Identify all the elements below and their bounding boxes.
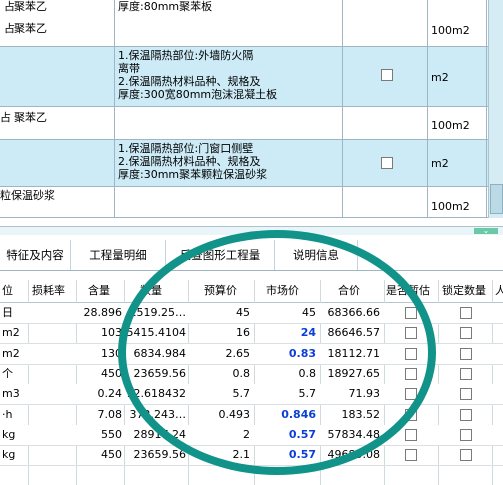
row-unit: 100m2: [431, 200, 470, 213]
row-name: 聚苯乙: [14, 22, 47, 35]
lock-qty-checkbox[interactable]: [460, 428, 472, 441]
row-name: 粒保温砂浆: [0, 189, 55, 202]
scrollbar-thumb[interactable]: [490, 184, 503, 214]
cell-content: 103: [101, 326, 122, 340]
col-divider: [114, 0, 115, 218]
cell-loss: [30, 364, 74, 384]
cell-unit: m2: [2, 346, 20, 360]
col-extra-header[interactable]: 人: [495, 281, 503, 301]
cell-loss: [30, 445, 74, 465]
upper-table: 占 聚苯乙 占 聚苯乙 100m2 厚度:80mm聚苯板 1.保温隔热部位:外墙…: [0, 0, 503, 218]
row-desc: 1.保温隔热部位:门窗口侧壁 2.保温隔热材料品种、规格及 厚度:30mm聚苯颗…: [118, 142, 268, 181]
row-unit: 100m2: [431, 24, 470, 37]
col-divider: [486, 0, 487, 218]
cell-content: 28.896: [83, 306, 123, 319]
lock-qty-checkbox[interactable]: [460, 307, 472, 319]
row-desc: 厚度:80mm聚苯板: [118, 0, 213, 13]
cell-content: 450: [101, 366, 122, 380]
estimate-checkbox[interactable]: [405, 428, 417, 441]
cell-unit: m2: [2, 326, 20, 340]
estimate-checkbox[interactable]: [381, 69, 393, 81]
cell-loss: [30, 405, 74, 425]
cell-content: 130: [101, 346, 122, 360]
col-divider: [342, 0, 343, 218]
row-unit: m2: [431, 71, 449, 84]
cell-unit: 个: [2, 366, 13, 380]
estimate-checkbox[interactable]: [381, 157, 393, 169]
lock-qty-checkbox[interactable]: [460, 388, 472, 401]
lock-qty-checkbox[interactable]: [460, 408, 472, 421]
cell-unit: 日: [2, 306, 13, 319]
row-name: 聚苯乙: [14, 111, 47, 124]
cell-loss: [30, 303, 74, 323]
row-unit: 100m2: [431, 119, 470, 132]
row-unit: m2: [431, 157, 449, 170]
cell-loss: [30, 384, 74, 404]
col-content-header[interactable]: 含量: [88, 281, 118, 301]
cell-content: 550: [101, 427, 122, 441]
lock-qty-checkbox[interactable]: [460, 367, 472, 380]
cell-unit: kg: [2, 448, 16, 462]
cell-content: 0.24: [97, 387, 123, 401]
row-name: 聚苯乙: [14, 0, 47, 13]
cell-unit: ·h: [2, 407, 13, 421]
cell-loss: [30, 323, 74, 343]
cell-loss: [30, 425, 74, 445]
lock-qty-checkbox[interactable]: [460, 327, 472, 340]
cell-content: 450: [101, 448, 122, 462]
estimate-checkbox[interactable]: [405, 449, 417, 462]
collapse-chevron-icon[interactable]: ⌄: [474, 227, 498, 235]
cell-content: 7.08: [97, 407, 123, 421]
row-desc: 1.保温隔热部位:外墙防火隔 离带 2.保温隔热材料品种、规格及 厚度:300宽…: [118, 49, 278, 101]
lock-qty-checkbox[interactable]: [460, 347, 472, 360]
highlight-ellipse: [118, 230, 436, 475]
col-lockqty-header[interactable]: 锁定数量: [442, 281, 492, 301]
tab-quantity-detail[interactable]: 工程量明细: [71, 240, 166, 270]
row-prefix: 占: [0, 111, 11, 124]
col-divider: [427, 0, 428, 218]
cell-unit: m3: [2, 387, 20, 401]
tab-features[interactable]: 特征及内容: [0, 240, 71, 270]
col-loss-header[interactable]: 损耗率: [32, 281, 72, 301]
cell-loss: [30, 344, 74, 364]
col-unit-header[interactable]: 位: [2, 281, 24, 301]
cell-unit: kg: [2, 427, 16, 441]
lock-qty-checkbox[interactable]: [460, 449, 472, 462]
